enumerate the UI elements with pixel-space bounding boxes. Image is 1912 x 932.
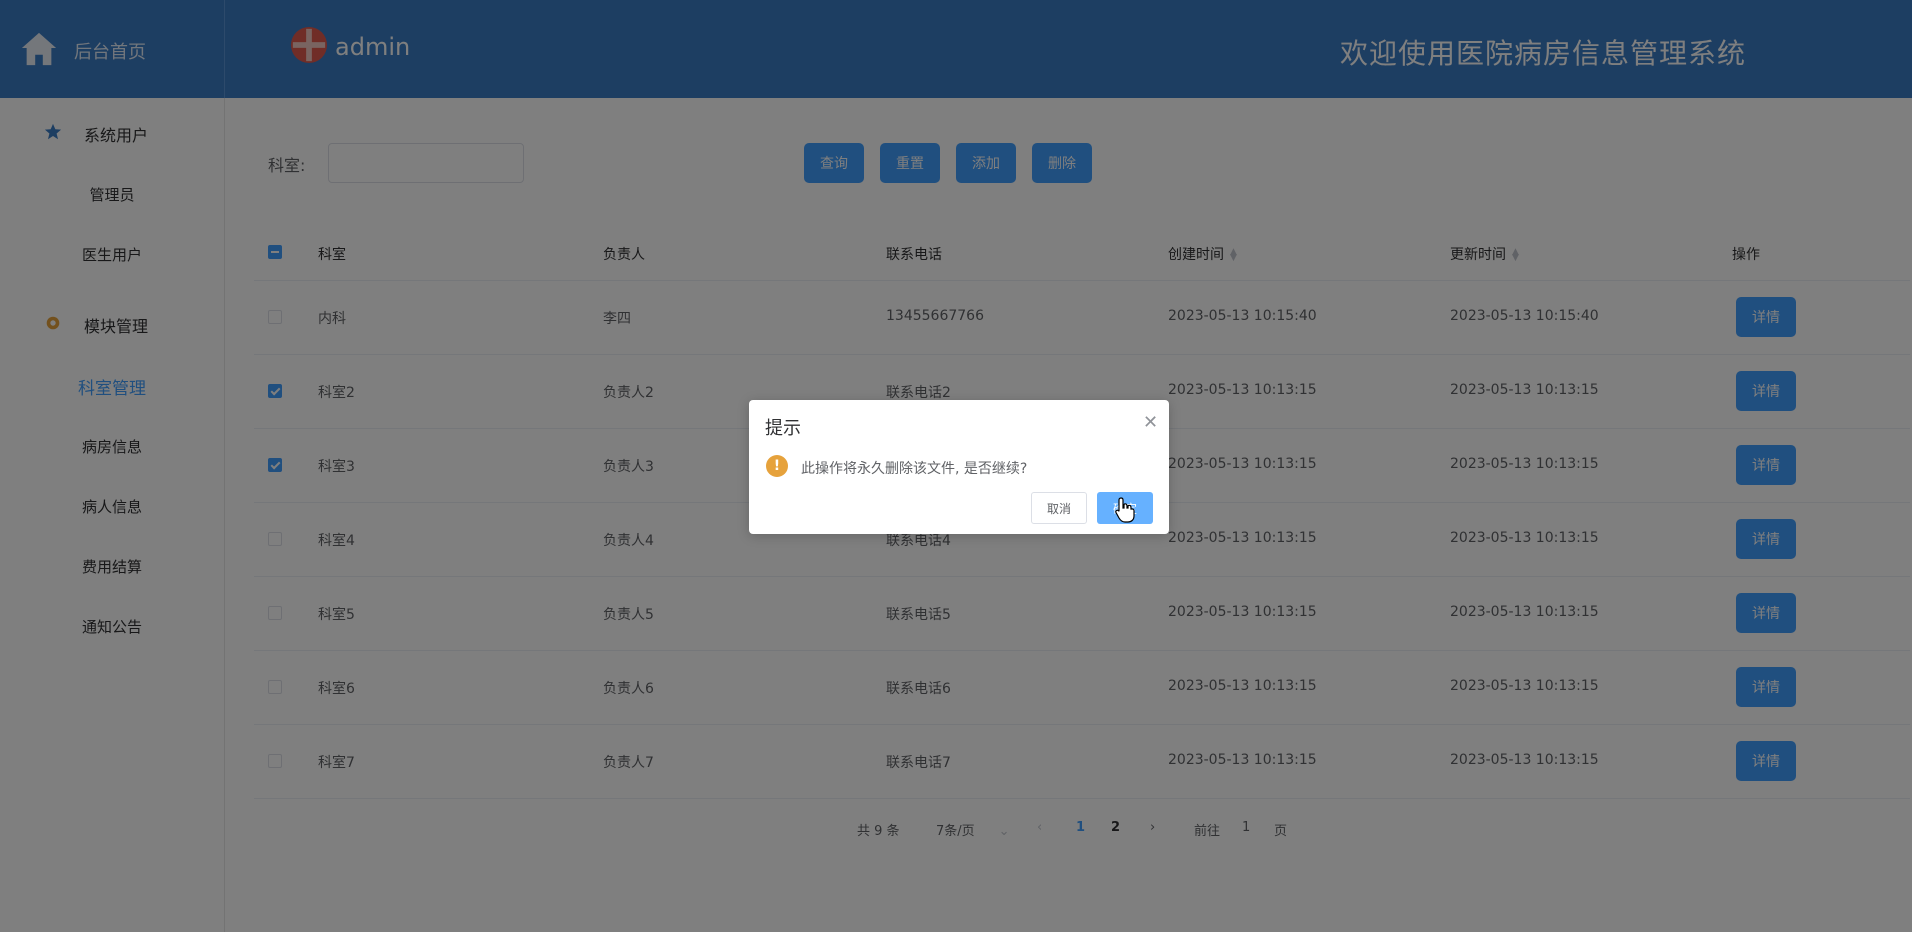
warning-icon: ! (766, 455, 788, 477)
confirm-dialog: 提示 ✕ ! 此操作将永久删除该文件, 是否继续? 取消 确定 (749, 400, 1169, 534)
hand-cursor-icon (1115, 497, 1135, 523)
close-icon[interactable]: ✕ (1143, 412, 1158, 433)
dialog-message: 此操作将永久删除该文件, 是否继续? (801, 461, 1028, 477)
cancel-button[interactable]: 取消 (1031, 492, 1087, 524)
dialog-title: 提示 (765, 418, 801, 439)
